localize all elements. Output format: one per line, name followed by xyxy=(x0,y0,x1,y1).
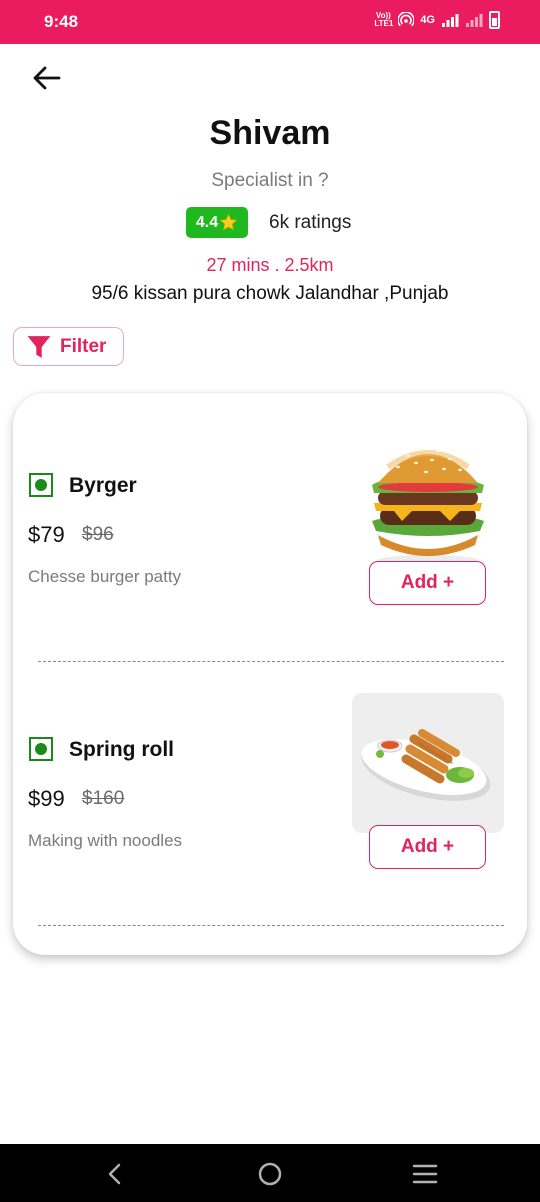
shop-address: 95/6 kissan pura chowk Jalandhar ,Punjab xyxy=(91,283,449,304)
veg-indicator-icon xyxy=(29,737,53,761)
volte-icon: Vo)) LTE1 xyxy=(374,11,394,28)
nav-home-button[interactable] xyxy=(255,1159,285,1189)
add-to-cart-button[interactable]: Add + xyxy=(369,561,486,605)
filter-label: Filter xyxy=(60,335,107,357)
item-name: Spring roll xyxy=(69,738,174,761)
filter-button[interactable]: Filter xyxy=(13,327,124,366)
item-name: Byrger xyxy=(69,474,137,497)
battery-icon xyxy=(489,11,500,29)
status-icons: Vo)) LTE1 4G xyxy=(374,11,500,29)
item-price: $79 xyxy=(28,522,65,547)
rating-count: 6k ratings xyxy=(269,211,352,233)
star-icon xyxy=(219,213,238,231)
add-to-cart-button[interactable]: Add + xyxy=(369,825,486,869)
funnel-icon xyxy=(27,335,51,358)
shop-specialist: Specialist in ? xyxy=(211,170,329,191)
signal-strength-secondary-icon xyxy=(466,14,483,27)
nav-back-button[interactable] xyxy=(100,1159,130,1189)
system-nav-bar xyxy=(0,1144,540,1202)
veg-indicator-icon xyxy=(29,473,53,497)
item-description: Chesse burger patty xyxy=(28,567,182,586)
nav-recents-button[interactable] xyxy=(410,1159,440,1189)
status-time: 9:48 xyxy=(44,12,79,31)
item-price: $99 xyxy=(28,786,65,811)
item-old-price: $96 xyxy=(82,524,114,545)
back-button[interactable] xyxy=(28,60,64,96)
delivery-eta: 27 mins . 2.5km xyxy=(206,255,334,275)
circle-home-icon xyxy=(258,1162,282,1186)
network-type-label: 4G xyxy=(420,14,435,26)
item-description: Making with noodles xyxy=(28,831,183,850)
item-divider xyxy=(38,925,504,926)
status-bar: 9:48 Vo)) LTE1 4G xyxy=(0,0,540,44)
signal-strength-icon xyxy=(442,14,459,27)
rating-row: 4.4 6k ratings xyxy=(186,207,351,238)
rating-badge: 4.4 xyxy=(186,207,248,238)
menu-item: Spring roll $99 $160 Making with noodles xyxy=(13,657,527,926)
burger-image xyxy=(352,429,504,569)
shop-name: Shivam xyxy=(209,114,331,152)
item-old-price: $160 xyxy=(82,788,125,809)
menu-card: Byrger $79 $96 Chesse burger patty Add +… xyxy=(13,393,527,955)
hotspot-icon xyxy=(398,12,415,27)
menu-item: Byrger $79 $96 Chesse burger patty Add + xyxy=(13,393,527,662)
chevron-left-icon xyxy=(108,1163,121,1185)
hamburger-menu-icon xyxy=(412,1164,438,1184)
rating-value: 4.4 xyxy=(195,213,219,231)
burger-icon xyxy=(352,429,504,569)
arrow-left-icon xyxy=(33,66,61,90)
spring-roll-image xyxy=(352,693,504,833)
spring-roll-icon xyxy=(352,693,504,833)
